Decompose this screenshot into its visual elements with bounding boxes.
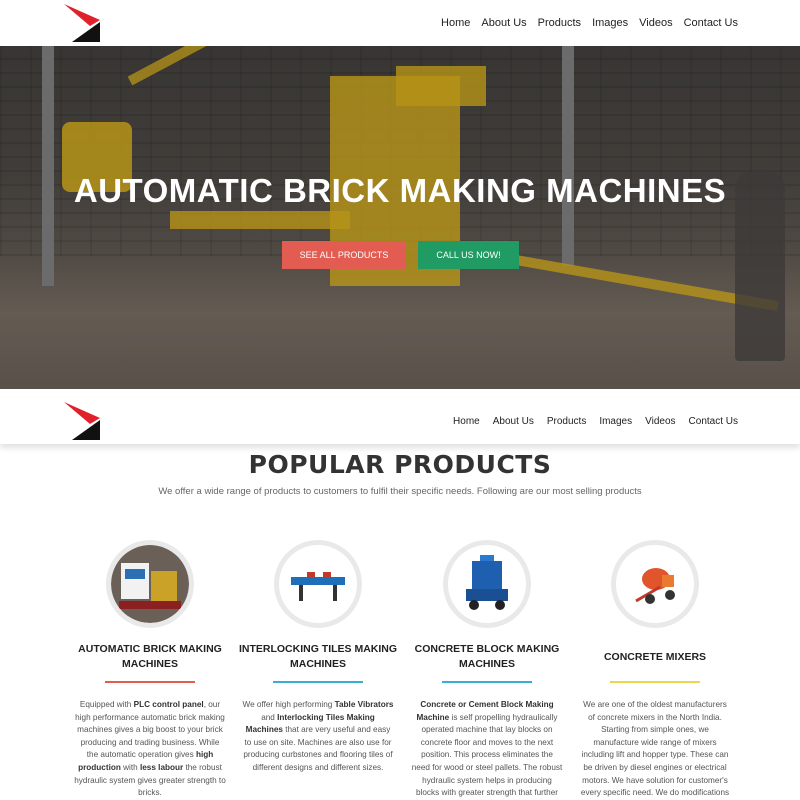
see-all-products-button[interactable]: SEE ALL PRODUCTS (282, 241, 406, 269)
nav-videos-link[interactable]: Videos (645, 416, 675, 427)
sticky-navbar: Home About Us Products Images Videos Con… (0, 398, 800, 444)
product-image[interactable] (106, 540, 194, 628)
product-image[interactable] (274, 540, 362, 628)
nav-about-link[interactable]: About Us (481, 17, 526, 29)
brand-logo-icon[interactable] (64, 402, 102, 440)
nav-home-link[interactable]: Home (441, 17, 470, 29)
hero-title: AUTOMATIC BRICK MAKING MACHINES (73, 172, 727, 209)
call-us-button[interactable]: CALL US NOW! (418, 241, 519, 269)
hero-machine-part (170, 211, 350, 229)
product-title[interactable]: CONCRETE MIXERS (575, 642, 735, 672)
product-description: Concrete or Cement Block Making Machine … (411, 700, 563, 798)
nav-products-link[interactable]: Products (538, 17, 581, 29)
product-card[interactable]: CONCRETE BLOCK MAKING MACHINES Concrete … (407, 540, 567, 800)
product-card[interactable]: CONCRETE MIXERS We are one of the oldest… (575, 540, 735, 800)
product-underline (273, 681, 363, 683)
product-image[interactable] (611, 540, 699, 628)
main-menu: Home About Us Products Images Videos Con… (441, 17, 738, 29)
product-title[interactable]: AUTOMATIC BRICK MAKING MACHINES (70, 642, 230, 672)
product-image[interactable] (443, 540, 531, 628)
hero-pillar (42, 46, 54, 286)
nav-images-link[interactable]: Images (599, 416, 632, 427)
product-underline (105, 681, 195, 683)
product-title[interactable]: CONCRETE BLOCK MAKING MACHINES (407, 642, 567, 672)
product-card[interactable]: AUTOMATIC BRICK MAKING MACHINES Equipped… (70, 540, 230, 800)
product-description: We offer high performing Table Vibrators… (242, 700, 394, 772)
product-underline (610, 681, 700, 683)
nav-products-link[interactable]: Products (547, 416, 586, 427)
hero-banner: AUTOMATIC BRICK MAKING MACHINES SEE ALL … (0, 46, 800, 389)
hero-machine-part (396, 66, 486, 106)
nav-videos-link[interactable]: Videos (639, 17, 672, 29)
nav-images-link[interactable]: Images (592, 17, 628, 29)
nav-contact-link[interactable]: Contact Us (689, 416, 738, 427)
product-description: Equipped with PLC control panel, our hig… (74, 700, 226, 798)
sticky-menu: Home About Us Products Images Videos Con… (453, 416, 738, 427)
section-subtitle: We offer a wide range of products to cus… (158, 486, 642, 497)
product-card[interactable]: INTERLOCKING TILES MAKING MACHINES We of… (238, 540, 398, 775)
hero-pillar (562, 46, 574, 266)
top-navbar: Home About Us Products Images Videos Con… (0, 0, 800, 46)
nav-about-link[interactable]: About Us (493, 416, 534, 427)
brand-logo-icon[interactable] (64, 4, 102, 42)
section-title: POPULAR PRODUCTS (248, 450, 552, 479)
product-description: We are one of the oldest manufacturers o… (580, 700, 730, 798)
product-title[interactable]: INTERLOCKING TILES MAKING MACHINES (238, 642, 398, 672)
nav-contact-link[interactable]: Contact Us (684, 17, 738, 29)
product-underline (442, 681, 532, 683)
nav-home-link[interactable]: Home (453, 416, 480, 427)
